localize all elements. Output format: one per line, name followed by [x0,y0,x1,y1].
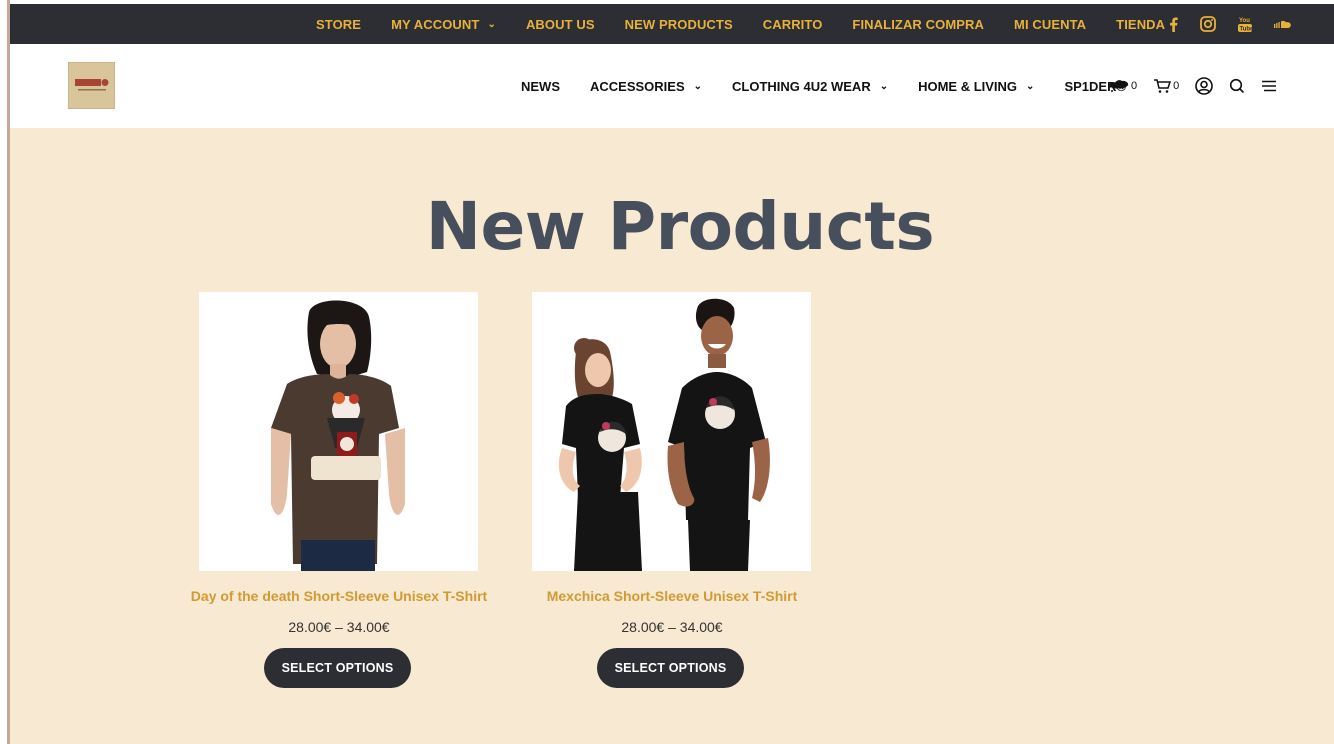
nav-accessories[interactable]: ACCESSORIES ⌄ [590,79,702,94]
chevron-down-icon: ⌄ [1026,80,1035,92]
social-links: You Tube [1169,4,1292,44]
product-photo [199,292,478,571]
cart-icon [1154,79,1172,93]
product-price: 28.00€ – 34.00€ [621,619,723,635]
product-image[interactable] [199,292,478,571]
account-icon [1195,77,1214,95]
top-nav-label: FINALIZAR COMPRA [852,16,985,32]
search-icon [1230,78,1245,94]
top-nav-label: CARRITO [762,16,823,32]
wishlist-icon [1109,80,1129,92]
soundcloud-icon[interactable] [1274,19,1292,29]
nav-label: CLOTHING 4U2 WEAR [732,78,871,94]
chevron-down-icon: ⌄ [879,80,889,92]
product-name-link[interactable]: Mexchica Short-Sleeve Unisex T-Shirt [512,588,832,604]
page-title: New Products [425,188,935,265]
top-nav-label: ABOUT US [525,16,595,32]
wishlist-count: 0 [1131,80,1138,92]
account-button[interactable] [1195,77,1214,95]
svg-text:Tube: Tube [1240,26,1253,32]
left-edge-border [0,0,10,744]
instagram-icon[interactable] [1200,16,1216,32]
menu-icon [1262,80,1277,92]
product-image[interactable] [532,292,811,571]
main-nav: NEWS ACCESSORIES ⌄ CLOTHING 4U2 WEAR ⌄ HOM… [521,44,1156,128]
select-options-button[interactable]: SELECT OPTIONS [597,648,744,688]
nav-label: NEWS [521,78,560,94]
top-bar: STORE MY ACCOUNT ⌄ ABOUT US NEW PRODUCTS … [10,4,1334,44]
chevron-down-icon: ⌄ [693,80,703,92]
header-icons: 0 0 [1109,44,1293,128]
top-nav-label: MY ACCOUNT [391,16,480,32]
top-nav-carrito[interactable]: CARRITO [763,17,823,32]
facebook-icon[interactable] [1169,16,1178,32]
nav-label: ACCESSORIES [590,78,685,94]
product-name-link[interactable]: Day of the death Short-Sleeve Unisex T-S… [179,588,499,604]
page: STORE MY ACCOUNT ⌄ ABOUT US NEW PRODUCTS … [10,0,1334,744]
product-price: 28.00€ – 34.00€ [288,619,390,635]
brand-logo[interactable] [68,62,115,109]
main-content: New Products Day of the death Short-Slee… [10,128,1334,744]
cart-button[interactable]: 0 [1153,78,1179,94]
top-nav-tienda[interactable]: TIENDA [1116,17,1165,32]
youtube-icon[interactable]: You Tube [1238,16,1252,33]
top-nav-finalizar-compra[interactable]: FINALIZAR COMPRA [852,17,984,32]
top-nav-label: STORE [316,16,362,32]
top-nav-label: MI CUENTA [1014,16,1087,32]
search-button[interactable] [1229,78,1245,94]
top-nav-mi-cuenta[interactable]: MI CUENTA [1014,17,1086,32]
logo-mark-icon [74,78,108,90]
svg-text:You: You [1239,18,1250,24]
wishlist-button[interactable]: 0 [1109,79,1137,93]
product-photo [532,292,811,571]
top-nav-store[interactable]: STORE [316,17,361,32]
cart-count: 0 [1173,80,1180,92]
nav-clothing[interactable]: CLOTHING 4U2 WEAR ⌄ [732,79,888,94]
top-nav-about-us[interactable]: ABOUT US [526,17,595,32]
nav-label: HOME & LIVING [918,78,1018,94]
top-nav: STORE MY ACCOUNT ⌄ ABOUT US NEW PRODUCTS … [316,4,1195,44]
select-options-button[interactable]: SELECT OPTIONS [264,648,411,688]
top-nav-my-account[interactable]: MY ACCOUNT ⌄ [391,17,496,32]
menu-button[interactable] [1261,80,1277,92]
top-nav-label: TIENDA [1116,16,1166,32]
top-nav-new-products[interactable]: NEW PRODUCTS [625,17,733,32]
nav-news[interactable]: NEWS [521,79,560,94]
nav-home-living[interactable]: HOME & LIVING ⌄ [918,79,1034,94]
chevron-down-icon: ⌄ [487,18,496,30]
top-nav-label: NEW PRODUCTS [624,16,733,32]
site-header: NEWS ACCESSORIES ⌄ CLOTHING 4U2 WEAR ⌄ HOM… [10,44,1334,128]
